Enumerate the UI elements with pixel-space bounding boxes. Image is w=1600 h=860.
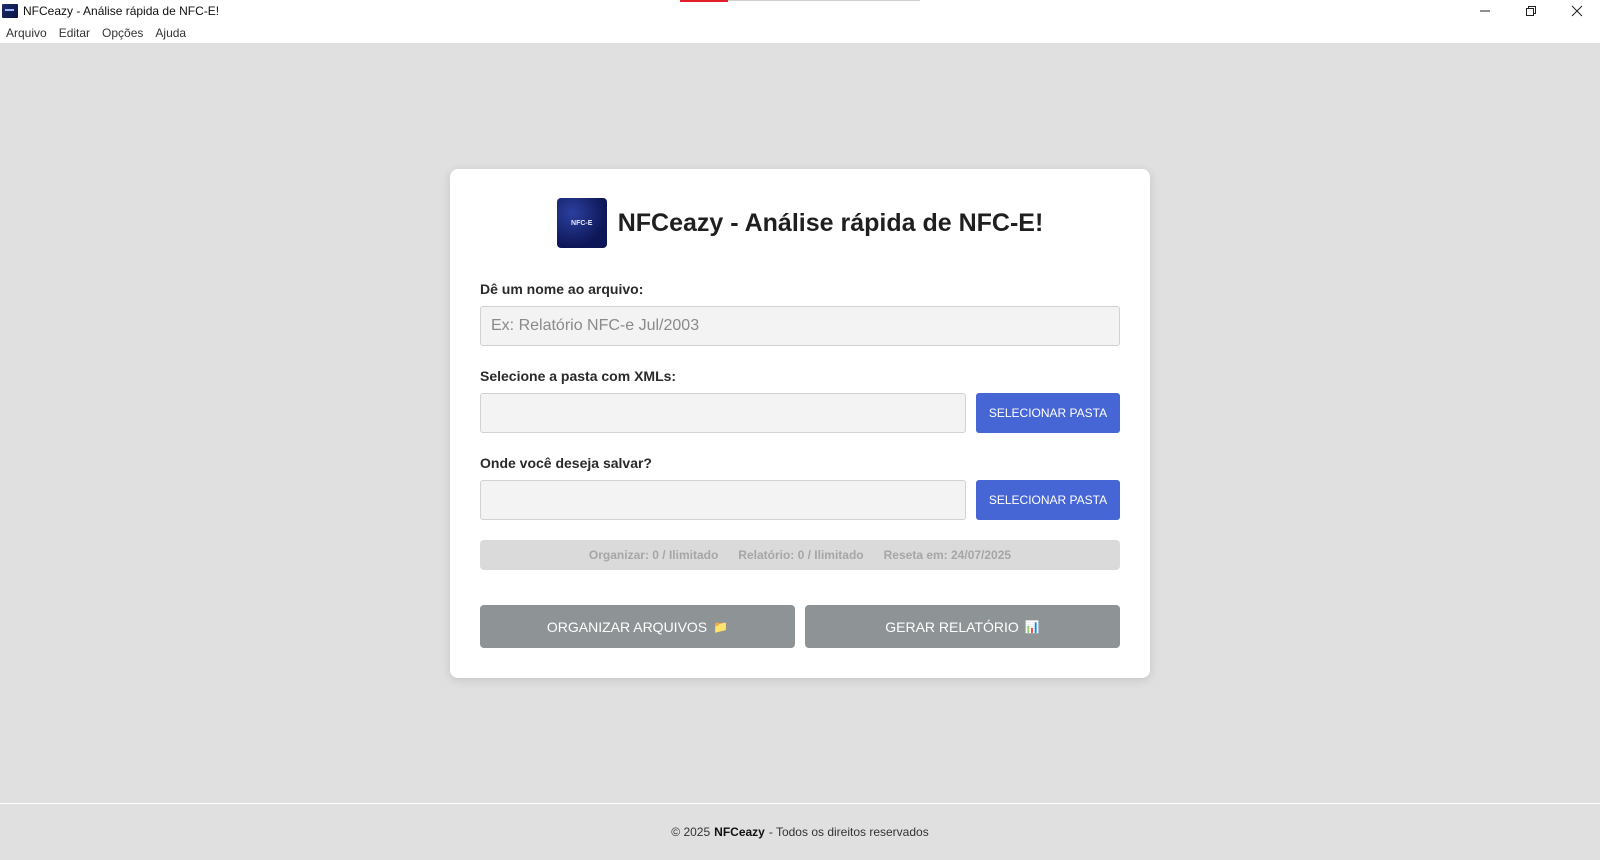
filename-input[interactable] bbox=[480, 306, 1120, 346]
page-title: NFCeazy - Análise rápida de NFC-E! bbox=[617, 208, 1044, 237]
quota-reset: Reseta em: 24/07/2025 bbox=[883, 548, 1012, 562]
quota-organize: Organizar: 0 / Ilimitado bbox=[588, 548, 719, 562]
bar-chart-icon: 📊 bbox=[1024, 619, 1040, 634]
generate-report-button[interactable]: GERAR RELATÓRIO 📊 bbox=[805, 605, 1120, 648]
save-location-input[interactable] bbox=[480, 480, 966, 520]
organize-files-label: ORGANIZAR ARQUIVOS bbox=[546, 618, 708, 635]
footer: © 2025 NFCeazy - Todos os direitos reser… bbox=[0, 803, 1600, 860]
select-save-folder-button[interactable]: SELECIONAR PASTA bbox=[976, 480, 1120, 520]
window-title: NFCeazy - Análise rápida de NFC-E! bbox=[23, 4, 220, 18]
main-card: NFC-E NFCeazy - Análise rápida de NFC-E!… bbox=[450, 169, 1150, 678]
top-accent-red bbox=[680, 0, 728, 2]
minimize-icon bbox=[1480, 10, 1490, 12]
app-icon bbox=[2, 4, 18, 18]
close-icon bbox=[1571, 5, 1583, 17]
close-button[interactable] bbox=[1554, 0, 1600, 22]
menu-item-ajuda[interactable]: Ajuda bbox=[155, 26, 186, 40]
quota-report: Relatório: 0 / Ilimitado bbox=[738, 548, 864, 562]
menu-item-arquivo[interactable]: Arquivo bbox=[6, 26, 47, 40]
card-header: NFC-E NFCeazy - Análise rápida de NFC-E! bbox=[450, 198, 1150, 248]
menu-item-editar[interactable]: Editar bbox=[59, 26, 90, 40]
xml-folder-label: Selecione a pasta com XMLs: bbox=[480, 368, 677, 384]
filename-label: Dê um nome ao arquivo: bbox=[480, 281, 644, 297]
footer-brand: NFCeazy bbox=[714, 825, 765, 839]
folder-icon: 📁 bbox=[713, 619, 729, 634]
menu-bar: Arquivo Editar Opções Ajuda bbox=[0, 22, 1600, 43]
logo-text: NFC-E bbox=[571, 219, 593, 227]
app-logo: NFC-E bbox=[556, 198, 607, 248]
menu-item-opcoes[interactable]: Opções bbox=[102, 26, 143, 40]
title-bar: NFCeazy - Análise rápida de NFC-E! bbox=[0, 0, 1600, 22]
select-xml-folder-button[interactable]: SELECIONAR PASTA bbox=[976, 393, 1120, 433]
restore-icon bbox=[1526, 6, 1536, 16]
save-location-label: Onde você deseja salvar? bbox=[480, 455, 652, 471]
window-controls bbox=[1462, 0, 1600, 22]
footer-copyright: © 2025 bbox=[671, 825, 711, 839]
generate-report-label: GERAR RELATÓRIO bbox=[885, 618, 1019, 635]
restore-button[interactable] bbox=[1508, 0, 1554, 22]
organize-files-button[interactable]: ORGANIZAR ARQUIVOS 📁 bbox=[480, 605, 795, 648]
minimize-button[interactable] bbox=[1462, 0, 1508, 22]
footer-rights: - Todos os direitos reservados bbox=[768, 825, 929, 839]
usage-quota-bar: Organizar: 0 / Ilimitado Relatório: 0 / … bbox=[480, 540, 1120, 570]
xml-folder-input[interactable] bbox=[480, 393, 966, 433]
